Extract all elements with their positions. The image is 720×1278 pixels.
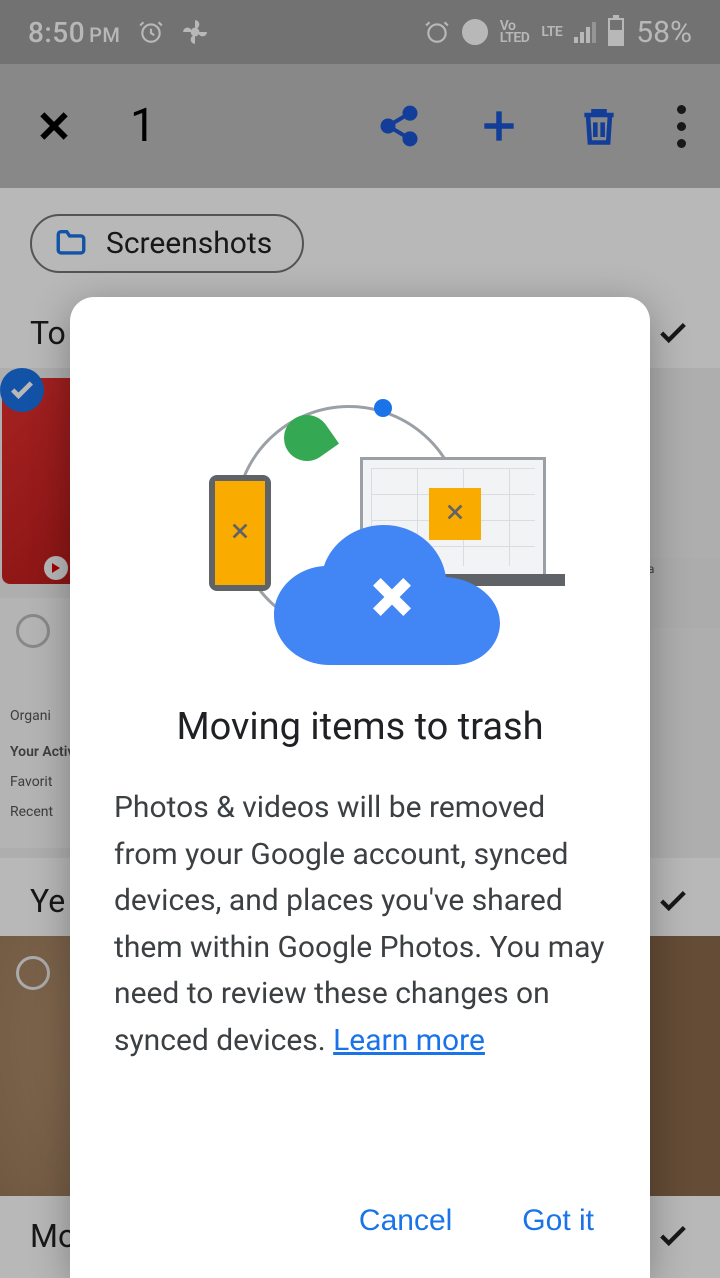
dialog-illustration [114, 335, 606, 675]
laptop-x-icon [444, 501, 466, 527]
learn-more-link[interactable]: Learn more [333, 1023, 485, 1058]
cloud-x-icon [366, 571, 418, 627]
dialog-body-text: Photos & videos will be removed from you… [114, 790, 604, 1058]
phone-icon [209, 475, 271, 591]
phone-x-icon [229, 520, 251, 546]
dialog-body: Photos & videos will be removed from you… [114, 785, 606, 1064]
dialog-actions: Cancel Got it [114, 1168, 606, 1278]
dot-icon [374, 399, 392, 417]
confirm-button[interactable]: Got it [522, 1204, 594, 1238]
cancel-button[interactable]: Cancel [359, 1204, 452, 1238]
screen-root: 8:50PM VoLTED LTE 58% [0, 0, 720, 1278]
cloud-icon [274, 525, 504, 665]
dialog-title: Moving items to trash [114, 705, 606, 749]
trash-confirm-dialog: Moving items to trash Photos & videos wi… [70, 297, 650, 1278]
